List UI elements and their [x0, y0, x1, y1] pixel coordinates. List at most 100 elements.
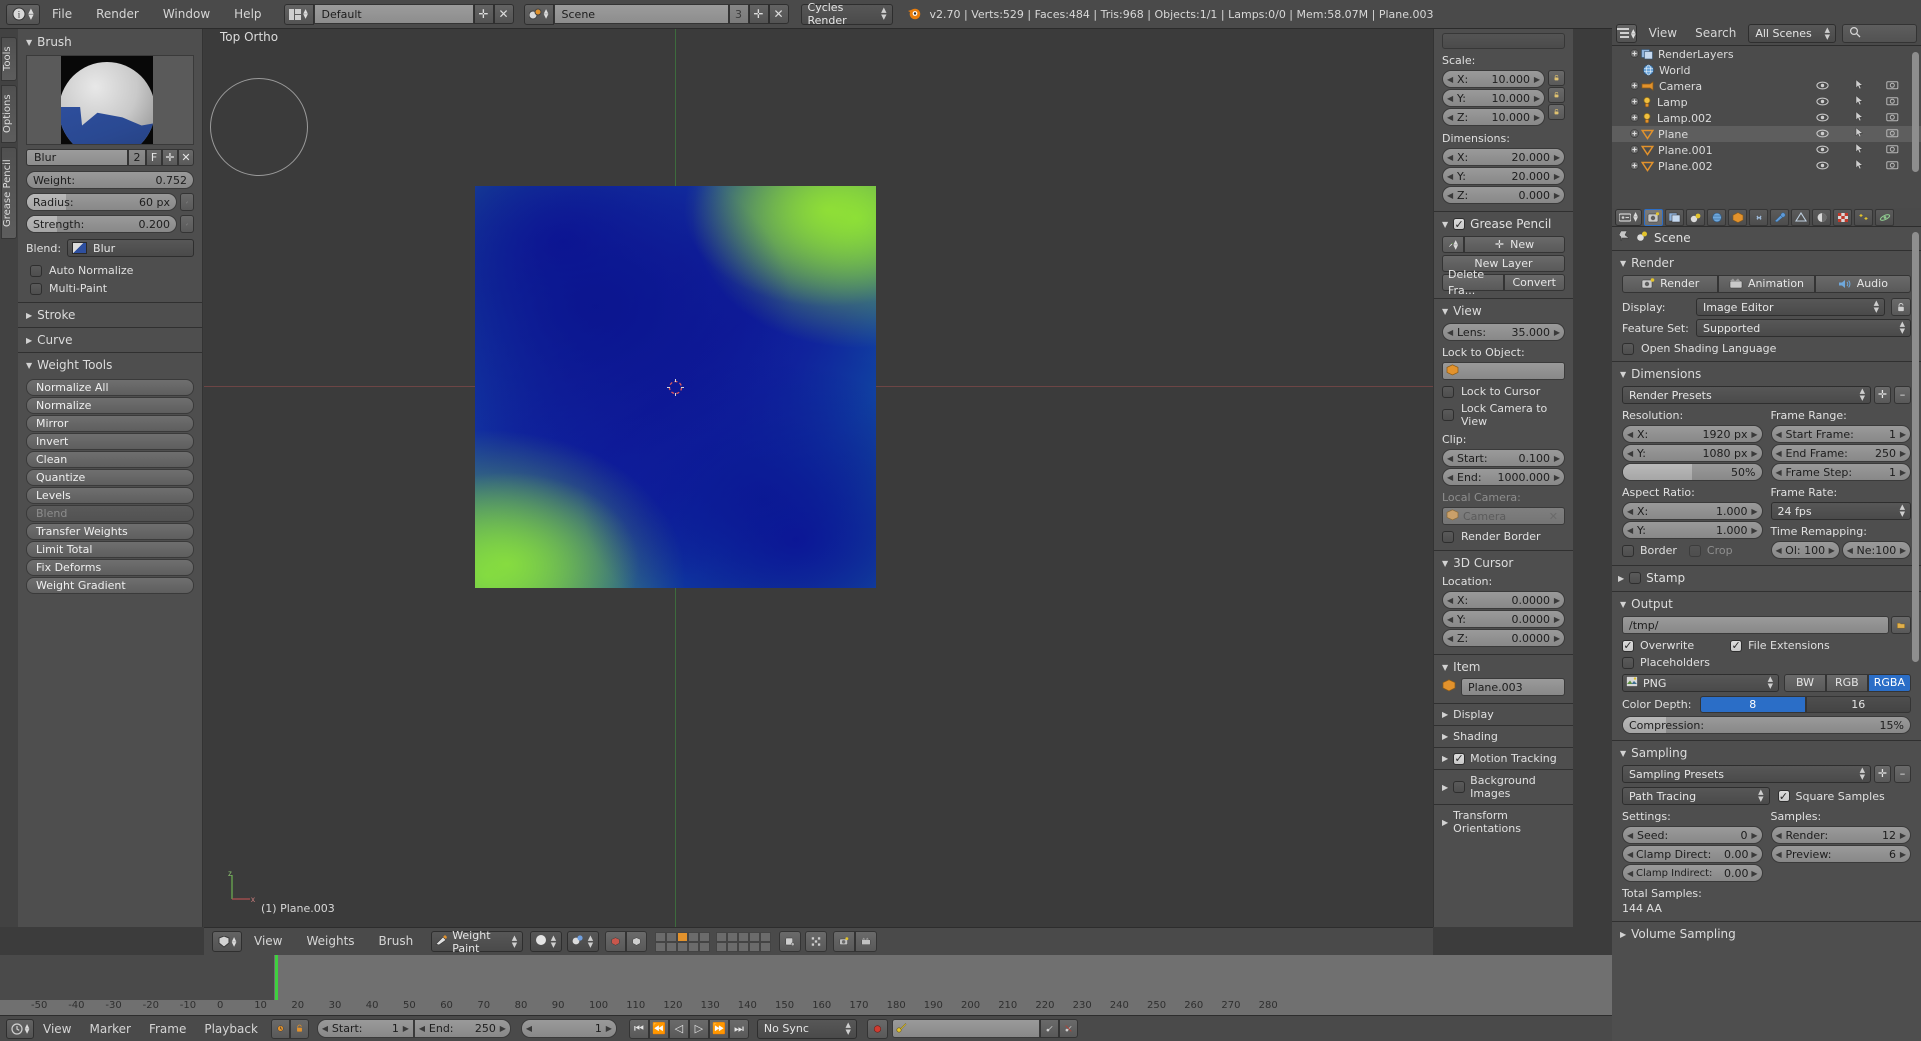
volume-sampling-panel-header[interactable]: ▶ Volume Sampling — [1620, 927, 1921, 941]
arrow-left-icon[interactable]: ◀ — [1776, 546, 1782, 555]
arrow-right-icon[interactable]: ▶ — [1900, 468, 1906, 477]
remove-sampling-preset-button[interactable]: – — [1894, 765, 1911, 783]
open-shading-language-checkbox[interactable] — [1622, 342, 1634, 355]
weight-tool-normalize-button[interactable]: Normalize — [26, 397, 194, 414]
arrow-right-icon[interactable]: ▶ — [1554, 328, 1560, 337]
npanel-section-shading[interactable]: ▶ Shading — [1442, 730, 1573, 743]
radius-pressure-toggle[interactable] — [180, 193, 194, 211]
render-image-button[interactable] — [833, 931, 856, 952]
arrow-left-icon[interactable]: ◀ — [1627, 430, 1633, 439]
arrow-right-icon[interactable]: ▶ — [1751, 526, 1757, 535]
start-frame-field[interactable]: ◀ Start Frame: 1 ▶ — [1770, 425, 1911, 443]
clip-end-field[interactable]: ◀ End: 1000.000 ▶ — [1442, 468, 1565, 486]
weight-tool-weight-gradient-button[interactable]: Weight Gradient — [26, 577, 194, 594]
expand-toggle-icon[interactable] — [1630, 144, 1639, 157]
scene-browse-icon[interactable]: ▲ ▼ — [523, 3, 554, 25]
arrow-left-icon[interactable]: ◀ — [1627, 850, 1633, 859]
weight-tool-fix-deforms-button[interactable]: Fix Deforms — [26, 559, 194, 576]
keying-set-field[interactable] — [891, 1019, 1040, 1038]
viewport-menu-weights[interactable]: Weights — [294, 927, 366, 956]
next-keyframe-button[interactable]: ⏩ — [708, 1018, 729, 1039]
arrow-right-icon[interactable]: ▶ — [1554, 473, 1560, 482]
stamp-panel-header[interactable]: ▶ Stamp — [1618, 571, 1921, 585]
end-frame-field[interactable]: ◀ End: 250 ▶ — [413, 1019, 511, 1038]
properties-tab-object[interactable] — [1728, 208, 1747, 226]
add-screen-layout-button[interactable]: ✛ — [473, 4, 494, 24]
resolution-x-field[interactable]: ◀ X: 1920 px ▶ — [1622, 425, 1763, 443]
properties-tab-particles[interactable] — [1854, 208, 1873, 226]
menu-help[interactable]: Help — [222, 0, 273, 29]
properties-tab-material[interactable] — [1812, 208, 1831, 226]
properties-scrollbar[interactable] — [1912, 232, 1919, 662]
color-mode-rgba-button[interactable]: RGBA — [1867, 674, 1912, 692]
add-render-preset-button[interactable]: ✛ — [1874, 386, 1891, 404]
arrow-left-icon[interactable]: ◀ — [1447, 172, 1453, 181]
outliner-scrollbar[interactable] — [1912, 52, 1919, 172]
restrict-view-icon[interactable] — [1816, 160, 1829, 173]
arrow-right-icon[interactable]: ▶ — [1554, 596, 1560, 605]
grease-pencil-datablock-icon[interactable]: ▲ ▼ — [1442, 236, 1464, 253]
restrict-render-icon[interactable] — [1886, 80, 1899, 93]
arrow-left-icon[interactable]: ◀ — [1447, 454, 1453, 463]
brush-blend-dropdown[interactable]: Blur — [67, 239, 194, 257]
arrow-left-icon[interactable]: ◀ — [1447, 153, 1453, 162]
arrow-left-icon[interactable]: ◀ — [1447, 615, 1453, 624]
compression-field[interactable]: Compression: 15% — [1622, 716, 1911, 734]
arrow-right-icon[interactable]: ▶ — [1751, 850, 1757, 859]
sampling-panel-header[interactable]: ▼ Sampling — [1620, 746, 1921, 760]
section-checkbox[interactable] — [1453, 781, 1466, 793]
arrow-left-icon[interactable]: ◀ — [1447, 596, 1453, 605]
seed-field[interactable]: ◀ Seed: 0 ▶ — [1622, 826, 1763, 844]
arrow-right-icon[interactable]: ▶ — [1554, 615, 1560, 624]
arrow-left-icon[interactable]: ◀ — [1776, 850, 1782, 859]
viewport-menu-view[interactable]: View — [242, 927, 294, 956]
properties-tab-physics[interactable] — [1875, 208, 1894, 226]
jump-to-start-button[interactable]: ⏮ — [628, 1018, 649, 1039]
scale-y-field[interactable]: ◀ Y: 10.000 ▶ — [1442, 89, 1545, 107]
editor-type-icon[interactable]: ▲ ▼ — [212, 931, 242, 952]
brush-strength-field[interactable]: Strength: 0.200 — [26, 215, 177, 233]
arrow-left-icon[interactable]: ◀ — [526, 1024, 532, 1033]
render-presets-dropdown[interactable]: Render Presets ▲ ▼ — [1622, 386, 1871, 404]
arrow-left-icon[interactable]: ◀ — [1847, 546, 1853, 555]
properties-tab-modifiers[interactable] — [1770, 208, 1789, 226]
brush-new-button[interactable]: ✛ — [162, 149, 178, 166]
integrator-dropdown[interactable]: Path Tracing ▲ ▼ — [1622, 787, 1770, 805]
record-button[interactable] — [866, 1018, 888, 1039]
properties-tab-render-layers[interactable] — [1665, 208, 1684, 226]
brush-unlink-button[interactable]: ✕ — [178, 149, 194, 166]
weight-tool-limit-total-button[interactable]: Limit Total — [26, 541, 194, 558]
local-camera-field[interactable]: Camera ✕ — [1442, 507, 1565, 525]
render-samples-field[interactable]: ◀ Render: 12 ▶ — [1770, 826, 1911, 844]
timeline-menu-playback[interactable]: Playback — [195, 1016, 267, 1041]
new-scene-button[interactable]: ✛ — [748, 4, 769, 24]
clear-local-camera-icon[interactable]: ✕ — [1549, 510, 1558, 523]
viewport-menu-brush[interactable]: Brush — [367, 927, 426, 956]
arrow-left-icon[interactable]: ◀ — [1447, 191, 1453, 200]
arrow-right-icon[interactable]: ▶ — [1751, 831, 1757, 840]
arrow-right-icon[interactable]: ▶ — [1751, 430, 1757, 439]
aspect-y-field[interactable]: ◀ Y: 1.000 ▶ — [1622, 521, 1763, 539]
previous-keyframe-button[interactable]: ⏪ — [648, 1018, 669, 1039]
weight-tool-transfer-weights-button[interactable]: Transfer Weights — [26, 523, 194, 540]
color-mode-bw-button[interactable]: BW — [1784, 674, 1826, 692]
restrict-view-icon[interactable] — [1816, 80, 1829, 93]
restrict-render-icon[interactable] — [1886, 96, 1899, 109]
proportional-edit-button[interactable] — [779, 931, 802, 952]
brush-radius-field[interactable]: Radius: 60 px — [26, 193, 177, 211]
lock-to-object-field[interactable] — [1442, 362, 1565, 380]
timeline-menu-view[interactable]: View — [34, 1016, 80, 1041]
restrict-view-icon[interactable] — [1816, 144, 1829, 157]
cursor-panel-header[interactable]: ▼ 3D Cursor — [1442, 556, 1573, 570]
item-name-field[interactable]: Plane.003 — [1461, 678, 1565, 696]
scale-z-field[interactable]: ◀ Z: 10.000 ▶ — [1442, 108, 1545, 126]
dimension-z-field[interactable]: ◀ Z: 0.000 ▶ — [1442, 186, 1565, 204]
play-reverse-button[interactable]: ◁ — [668, 1018, 689, 1039]
arrow-left-icon[interactable]: ◀ — [419, 1024, 425, 1033]
weight-tool-invert-button[interactable]: Invert — [26, 433, 194, 450]
arrow-left-icon[interactable]: ◀ — [1447, 113, 1453, 122]
resolution-percentage-field[interactable]: 50% — [1622, 463, 1763, 481]
output-path-field[interactable]: /tmp/ — [1622, 616, 1889, 634]
arrow-left-icon[interactable]: ◀ — [1447, 75, 1453, 84]
arrow-right-icon[interactable]: ▶ — [1554, 634, 1560, 643]
